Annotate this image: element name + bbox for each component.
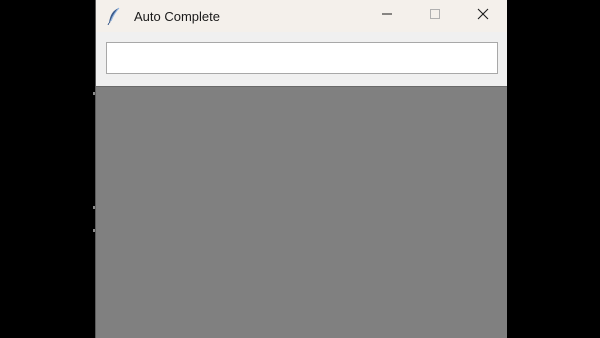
- suggestion-listbox[interactable]: [96, 86, 507, 338]
- title-bar[interactable]: Auto Complete: [96, 0, 507, 32]
- maximize-button[interactable]: [411, 0, 459, 32]
- entry-area: [96, 32, 507, 86]
- app-window: Auto Complete: [95, 0, 507, 338]
- feather-icon: [106, 7, 122, 25]
- window-title: Auto Complete: [134, 8, 220, 24]
- close-button[interactable]: [459, 0, 507, 32]
- minimize-icon: [381, 7, 393, 25]
- window-controls: [363, 0, 507, 32]
- maximize-icon: [429, 7, 441, 25]
- autocomplete-input[interactable]: [106, 42, 498, 74]
- close-icon: [477, 7, 489, 25]
- minimize-button[interactable]: [363, 0, 411, 32]
